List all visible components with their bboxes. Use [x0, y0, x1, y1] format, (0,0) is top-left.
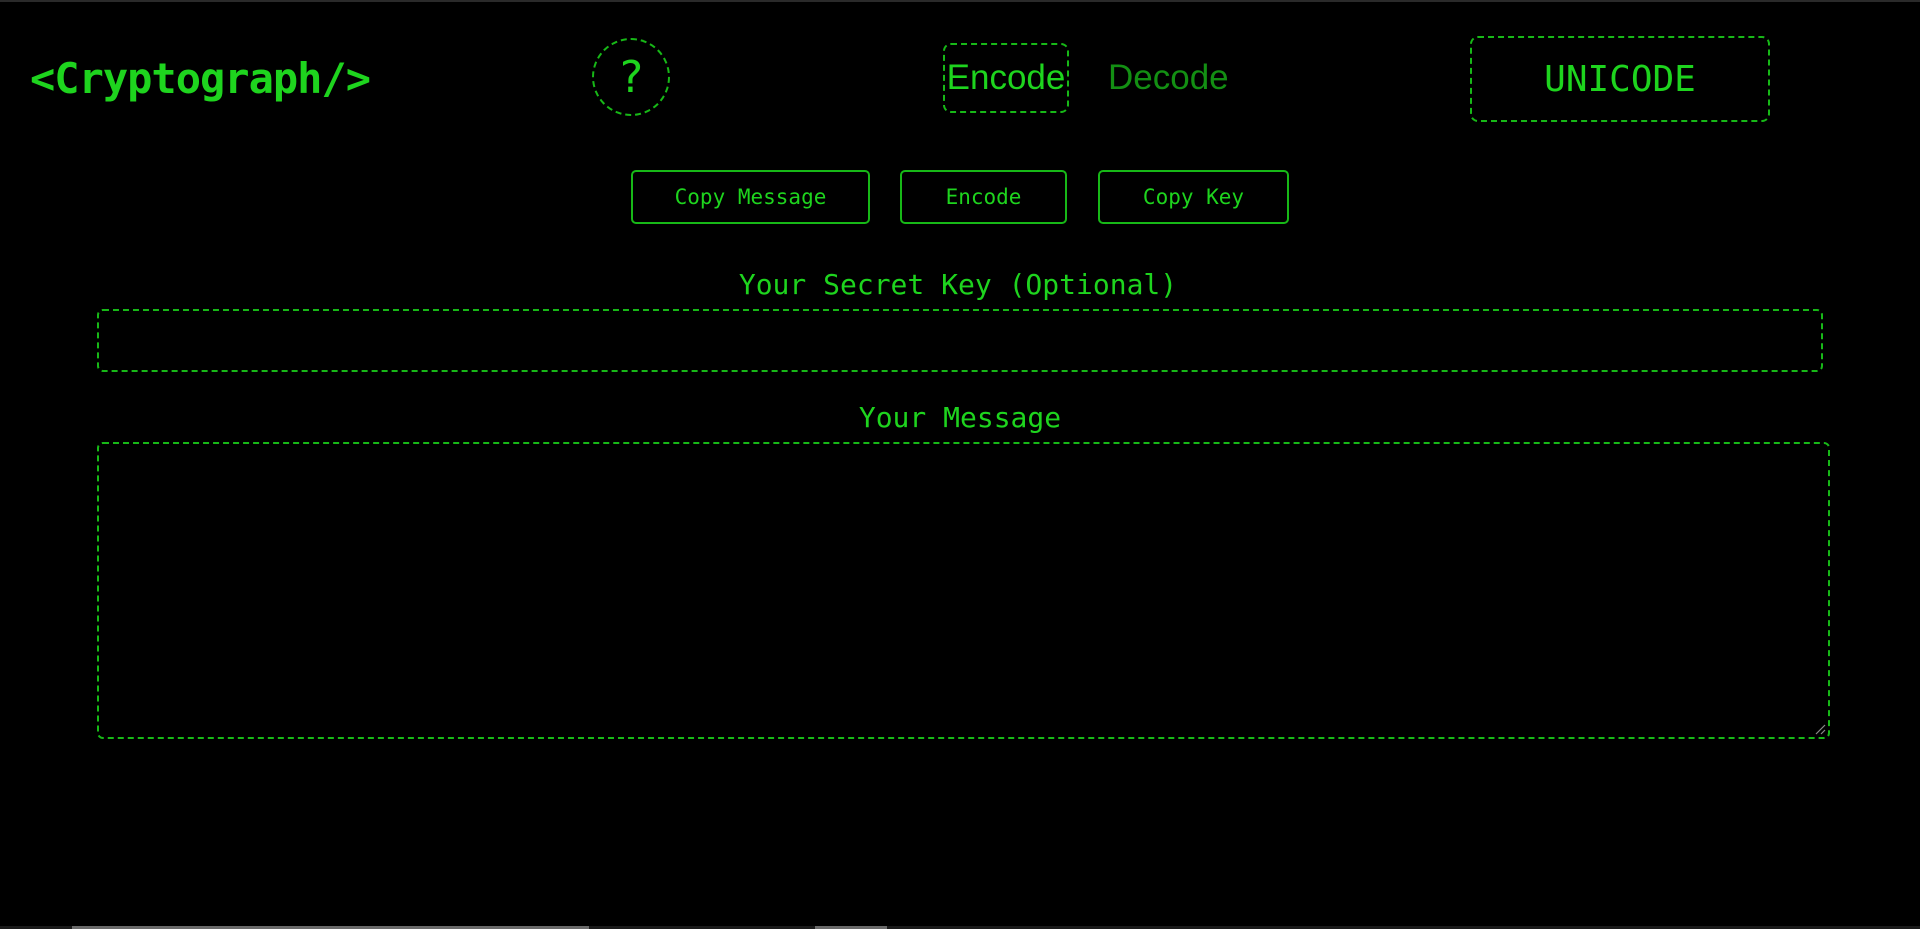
- message-label: Your Message: [858, 401, 1062, 434]
- app-logo: <Cryptograph/>: [30, 54, 371, 103]
- charset-selector-button[interactable]: UNICODE: [1470, 36, 1770, 122]
- message-textarea[interactable]: [97, 442, 1830, 739]
- secret-key-input[interactable]: [97, 309, 1823, 372]
- question-mark-icon: ?: [617, 51, 645, 103]
- tab-encode[interactable]: Encode: [943, 43, 1069, 113]
- copy-message-button[interactable]: Copy Message: [631, 170, 870, 224]
- encode-button[interactable]: Encode: [900, 170, 1067, 224]
- secret-key-label: Your Secret Key (Optional): [738, 268, 1178, 301]
- tab-decode[interactable]: Decode: [1108, 43, 1229, 113]
- help-button[interactable]: ?: [592, 38, 670, 116]
- app-window: <Cryptograph/> ? Encode Decode UNICODE C…: [0, 0, 1920, 929]
- copy-key-button[interactable]: Copy Key: [1098, 170, 1289, 224]
- resize-grip-icon[interactable]: [1813, 722, 1827, 736]
